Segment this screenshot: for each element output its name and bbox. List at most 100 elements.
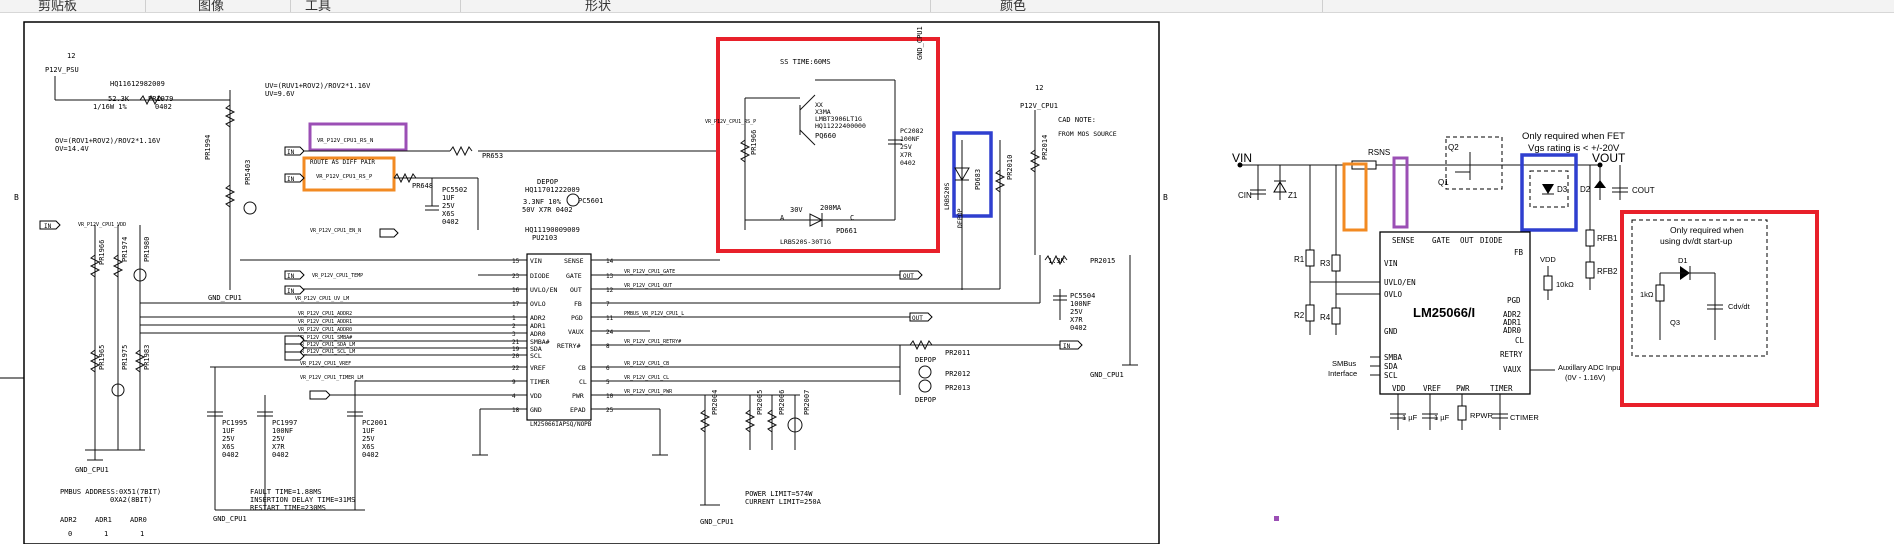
svg-text:10kΩ: 10kΩ — [1556, 280, 1574, 289]
svg-text:COUT: COUT — [1632, 186, 1655, 195]
svg-text:VR_P12V_CPU1_PWR: VR_P12V_CPU1_PWR — [624, 389, 673, 395]
svg-text:PR2011: PR2011 — [945, 349, 970, 357]
svg-text:RETRY: RETRY — [1500, 350, 1523, 359]
svg-text:24: 24 — [606, 329, 614, 336]
svg-text:OVLO: OVLO — [1384, 290, 1403, 299]
svg-text:VR_P12V_CPU1_ADDR0: VR_P12V_CPU1_ADDR0 — [298, 327, 352, 333]
svg-text:1UF: 1UF — [222, 427, 235, 435]
svg-text:PR2005: PR2005 — [756, 390, 764, 415]
svg-text:IN: IN — [287, 149, 295, 156]
svg-text:VR_P12V_CPU1_RS_P: VR_P12V_CPU1_RS_P — [705, 119, 756, 125]
border-marker: B — [14, 193, 19, 202]
svg-text:PR1966: PR1966 — [750, 130, 758, 155]
svg-text:Auxillary ADC Input: Auxillary ADC Input — [1558, 363, 1624, 372]
svg-text:DIODE: DIODE — [1480, 236, 1503, 245]
svg-text:R2: R2 — [1294, 311, 1305, 320]
svg-text:X6S: X6S — [442, 210, 455, 218]
svg-text:PR2013: PR2013 — [945, 384, 970, 392]
svg-text:X7R: X7R — [272, 443, 285, 451]
svg-text:25V: 25V — [900, 143, 912, 151]
svg-text:VDD: VDD — [1392, 384, 1406, 393]
svg-text:GND: GND — [1384, 327, 1398, 336]
svg-text:1: 1 — [104, 530, 108, 538]
svg-text:ADR0: ADR0 — [130, 516, 147, 524]
svg-text:CB: CB — [578, 364, 586, 372]
svg-text:TIMER: TIMER — [530, 378, 550, 386]
svg-text:IN: IN — [287, 288, 295, 295]
svg-text:VAUX: VAUX — [1503, 365, 1522, 374]
svg-text:PGD: PGD — [571, 314, 583, 322]
svg-text:CL: CL — [1515, 336, 1525, 345]
svg-text:25V: 25V — [362, 435, 375, 443]
svg-text:PC1997: PC1997 — [272, 419, 297, 427]
svg-text:13: 13 — [606, 273, 614, 280]
ic-name: LM25066/I — [1413, 305, 1475, 320]
svg-text:6: 6 — [606, 365, 610, 372]
svg-text:IN: IN — [44, 223, 52, 230]
ref-designator: PR653 — [482, 152, 503, 160]
svg-text:30V: 30V — [790, 206, 803, 214]
svg-text:IN: IN — [287, 176, 295, 183]
svg-text:Interface: Interface — [1328, 369, 1357, 378]
svg-text:ADR1: ADR1 — [95, 516, 112, 524]
uv-formula: UV=(RUV1+ROV2)/ROV2*1.16V — [265, 82, 371, 90]
svg-text:R1: R1 — [1294, 255, 1305, 264]
svg-text:PWR: PWR — [1456, 384, 1470, 393]
svg-text:SENSE: SENSE — [1392, 236, 1415, 245]
svg-text:22: 22 — [512, 365, 520, 372]
svg-text:GATE: GATE — [1432, 236, 1451, 245]
svg-text:FROM MOS SOURCE: FROM MOS SOURCE — [1058, 130, 1117, 138]
svg-text:PC5504: PC5504 — [1070, 292, 1095, 300]
svg-text:ADR2: ADR2 — [60, 516, 77, 524]
svg-text:5: 5 — [606, 379, 610, 386]
svg-text:Q1: Q1 — [1438, 178, 1449, 187]
svg-text:PR2014: PR2014 — [1041, 135, 1049, 160]
svg-text:VR_P12V_CPU1_EN_N: VR_P12V_CPU1_EN_N — [310, 228, 361, 234]
resistor-spec: 1/16W 1% — [93, 103, 128, 111]
svg-text:PR1965: PR1965 — [98, 345, 106, 370]
svg-text:CIN: CIN — [1238, 191, 1252, 200]
ground-label: GND_CPU1 — [1090, 371, 1124, 379]
svg-text:RPWR: RPWR — [1470, 411, 1493, 420]
svg-text:PC2082: PC2082 — [900, 127, 924, 135]
svg-text:0402: 0402 — [900, 159, 916, 167]
canvas: B B 12 P12V_PSU HQ11612982009 52.3K 1/16… — [0, 21, 1819, 544]
svg-text:HQ11222400000: HQ11222400000 — [815, 122, 866, 130]
svg-text:12: 12 — [1035, 84, 1043, 92]
svg-text:100NF: 100NF — [272, 427, 293, 435]
ground-label: GND_CPU1 — [700, 518, 734, 526]
svg-text:UVLO/EN: UVLO/EN — [1384, 278, 1416, 287]
svg-text:PGD: PGD — [1507, 296, 1521, 305]
svg-text:VR_P12V_CPU1_TEMP: VR_P12V_CPU1_TEMP — [312, 273, 363, 279]
svg-text:PC1995: PC1995 — [222, 419, 247, 427]
svg-text:PR2006: PR2006 — [778, 390, 786, 415]
svg-text:IN: IN — [1063, 343, 1071, 350]
svg-text:18: 18 — [512, 407, 520, 414]
ground-label: GND_CPU1 — [213, 515, 247, 523]
svg-text:1 µF: 1 µF — [1402, 413, 1418, 422]
connector-number: 12 — [67, 52, 75, 60]
ground-label: GND_CPU1 — [75, 466, 109, 474]
cap-spec: 3.3NF 10% — [523, 198, 562, 206]
svg-text:VREF: VREF — [530, 364, 546, 372]
svg-text:21: 21 — [512, 339, 520, 346]
svg-text:PR1975: PR1975 — [121, 345, 129, 370]
svg-text:PR2015: PR2015 — [1090, 257, 1115, 265]
fet-note: Only required when FET — [1522, 131, 1625, 142]
svg-text:25V: 25V — [222, 435, 235, 443]
part-number: HQ11612982009 — [110, 80, 165, 88]
net-label: VR_P12V_CPU1_RS_P — [316, 174, 373, 180]
svg-text:PWR: PWR — [572, 392, 584, 400]
svg-text:VR_P12V_CPU1_SCL_LM: VR_P12V_CPU1_SCL_LM — [298, 349, 355, 355]
svg-text:1.3K: 1.3K — [1048, 257, 1066, 265]
svg-text:VR_P12V_CPU1_VDD: VR_P12V_CPU1_VDD — [78, 222, 126, 228]
svg-text:OUT: OUT — [1460, 236, 1474, 245]
svg-text:SCL: SCL — [530, 352, 542, 360]
ov-value: OV=14.4V — [55, 145, 90, 153]
svg-text:OUT: OUT — [570, 286, 582, 294]
ov-formula: OV=(ROV1+ROV2)/ROV2*1.16V — [55, 137, 161, 145]
svg-text:VR_P12V_CPU1_VREF: VR_P12V_CPU1_VREF — [300, 361, 351, 367]
svg-text:EPAD: EPAD — [570, 406, 586, 414]
ss-time-note: SS TIME:60MS — [780, 58, 831, 66]
svg-text:9: 9 — [512, 379, 516, 386]
